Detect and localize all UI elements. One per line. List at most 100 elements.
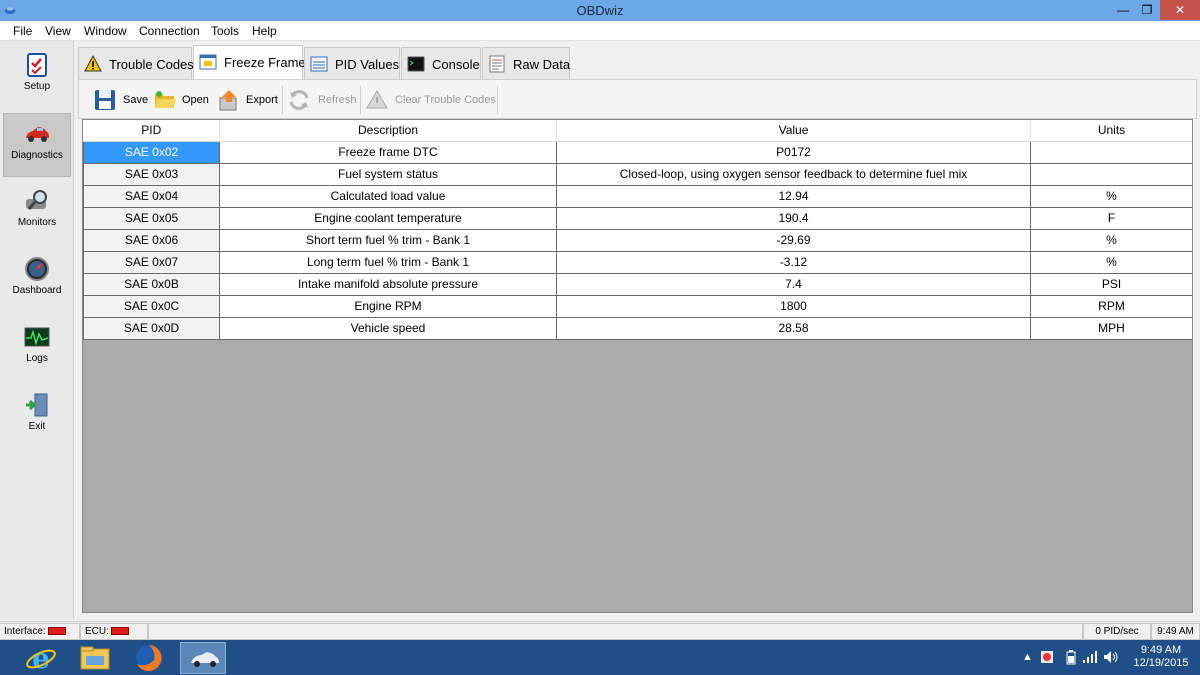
cell-pid[interactable]: SAE 0x07 <box>83 250 220 274</box>
tab-console[interactable]: Console <box>401 47 481 79</box>
nav-logs-label: Logs <box>26 353 48 364</box>
table-row[interactable]: SAE 0x0B Intake manifold absolute pressu… <box>83 272 1192 296</box>
cell-pid[interactable]: SAE 0x0B <box>83 272 220 296</box>
cell-description[interactable]: Engine coolant temperature <box>219 206 557 230</box>
cell-description[interactable]: Fuel system status <box>219 162 557 186</box>
taskbar-firefox[interactable] <box>126 642 172 674</box>
table-row[interactable]: SAE 0x07 Long term fuel % trim - Bank 1 … <box>83 250 1192 274</box>
freeze-frame-grid: PID Description Value Units SAE 0x02 Fre… <box>82 119 1193 613</box>
cell-units[interactable]: % <box>1030 228 1192 252</box>
checklist-icon <box>27 53 47 77</box>
open-label: Open <box>182 94 209 106</box>
open-button[interactable]: Open <box>153 86 213 114</box>
cell-units[interactable]: % <box>1030 250 1192 274</box>
clear-trouble-codes-label: Clear Trouble Codes <box>395 94 496 106</box>
column-header-value[interactable]: Value <box>556 120 1031 142</box>
cell-units[interactable]: % <box>1030 184 1192 208</box>
close-button[interactable]: ✕ <box>1160 0 1200 20</box>
cell-pid[interactable]: SAE 0x04 <box>83 184 220 208</box>
cell-pid[interactable]: SAE 0x0D <box>83 316 220 340</box>
tab-raw-data[interactable]: Raw Data <box>482 47 570 79</box>
table-row[interactable]: SAE 0x02 Freeze frame DTC P0172 <box>83 140 1192 164</box>
cell-value[interactable]: P0172 <box>556 140 1031 164</box>
cell-description[interactable]: Long term fuel % trim - Bank 1 <box>219 250 557 274</box>
tab-console-label: Console <box>432 57 480 72</box>
column-header-units[interactable]: Units <box>1030 120 1192 142</box>
cell-value[interactable]: -29.69 <box>556 228 1031 252</box>
title-bar: OBDwiz — ❐ ✕ <box>0 0 1200 21</box>
cell-value[interactable]: 28.58 <box>556 316 1031 340</box>
cell-units[interactable]: F <box>1030 206 1192 230</box>
cell-description[interactable]: Calculated load value <box>219 184 557 208</box>
maximize-button[interactable]: ❐ <box>1134 0 1160 20</box>
cell-description[interactable]: Short term fuel % trim - Bank 1 <box>219 228 557 252</box>
cell-description[interactable]: Freeze frame DTC <box>219 140 557 164</box>
column-header-pid[interactable]: PID <box>83 120 220 142</box>
menu-file[interactable]: File <box>13 24 32 38</box>
freeze-frame-icon <box>199 54 217 70</box>
table-row[interactable]: SAE 0x0C Engine RPM 1800 RPM <box>83 294 1192 318</box>
column-header-description[interactable]: Description <box>219 120 557 142</box>
taskbar-obdwiz[interactable] <box>180 642 226 674</box>
table-row[interactable]: SAE 0x03 Fuel system status Closed-loop,… <box>83 162 1192 186</box>
nav-dashboard[interactable]: Dashboard <box>3 249 71 313</box>
cell-pid[interactable]: SAE 0x0C <box>83 294 220 318</box>
menu-window[interactable]: Window <box>84 24 127 38</box>
volume-icon[interactable] <box>1103 650 1119 664</box>
cell-value[interactable]: -3.12 <box>556 250 1031 274</box>
system-clock[interactable]: 9:49 AM 12/19/2015 <box>1126 644 1196 670</box>
tab-trouble-codes[interactable]: Trouble Codes <box>78 47 194 79</box>
refresh-button[interactable]: Refresh <box>287 86 357 114</box>
tab-pid-values[interactable]: PID Values <box>304 47 400 79</box>
nav-monitors[interactable]: Monitors <box>3 181 71 245</box>
clear-trouble-codes-button[interactable]: Clear Trouble Codes <box>365 86 496 114</box>
battery-icon[interactable] <box>1066 650 1076 665</box>
cell-description[interactable]: Intake manifold absolute pressure <box>219 272 557 296</box>
cell-value[interactable]: Closed-loop, using oxygen sensor feedbac… <box>556 162 1031 186</box>
cell-units[interactable]: MPH <box>1030 316 1192 340</box>
raw-data-icon <box>489 55 505 73</box>
cell-units[interactable] <box>1030 140 1192 164</box>
save-button[interactable]: Save <box>93 86 151 114</box>
tray-show-hidden-icon[interactable]: ▲ <box>1022 651 1033 663</box>
minimize-button[interactable]: — <box>1110 0 1136 20</box>
magnifier-icon <box>26 190 47 210</box>
nav-diagnostics[interactable]: Diagnostics <box>3 113 71 177</box>
cell-description[interactable]: Engine RPM <box>219 294 557 318</box>
cell-units[interactable] <box>1030 162 1192 186</box>
taskbar-ie[interactable]: e <box>18 642 64 675</box>
cell-pid[interactable]: SAE 0x05 <box>83 206 220 230</box>
table-row[interactable]: SAE 0x06 Short term fuel % trim - Bank 1… <box>83 228 1192 252</box>
nav-logs[interactable]: Logs <box>3 317 71 381</box>
nav-exit[interactable]: Exit <box>3 385 71 449</box>
firefox-icon <box>136 645 162 671</box>
cell-value[interactable]: 1800 <box>556 294 1031 318</box>
table-row[interactable]: SAE 0x04 Calculated load value 12.94 % <box>83 184 1192 208</box>
cell-units[interactable]: PSI <box>1030 272 1192 296</box>
tab-freeze-frame[interactable]: Freeze Frame <box>193 45 306 79</box>
taskbar-file-explorer[interactable] <box>72 642 118 674</box>
menu-tools[interactable]: Tools <box>211 24 239 38</box>
svg-text:e: e <box>32 642 50 674</box>
cell-description[interactable]: Vehicle speed <box>219 316 557 340</box>
export-button[interactable]: Export <box>217 86 279 114</box>
cell-pid[interactable]: SAE 0x03 <box>83 162 220 186</box>
cell-pid[interactable]: SAE 0x06 <box>83 228 220 252</box>
cell-value[interactable]: 7.4 <box>556 272 1031 296</box>
table-row[interactable]: SAE 0x0D Vehicle speed 28.58 MPH <box>83 316 1192 340</box>
cell-pid[interactable]: SAE 0x02 <box>83 140 220 164</box>
tab-freeze-frame-label: Freeze Frame <box>224 55 306 70</box>
menu-connection[interactable]: Connection <box>139 24 200 38</box>
cell-units[interactable]: RPM <box>1030 294 1192 318</box>
network-signal-icon[interactable] <box>1083 651 1097 663</box>
cell-value[interactable]: 12.94 <box>556 184 1031 208</box>
menu-help[interactable]: Help <box>252 24 277 38</box>
table-row[interactable]: SAE 0x05 Engine coolant temperature 190.… <box>83 206 1192 230</box>
nav-setup[interactable]: Setup <box>3 45 71 109</box>
tray-app-icon[interactable] <box>1040 650 1054 664</box>
menu-bar: File View Window Connection Tools Help <box>0 21 1200 41</box>
interface-indicator-icon <box>47 627 66 636</box>
cell-value[interactable]: 190.4 <box>556 206 1031 230</box>
tab-trouble-codes-label: Trouble Codes <box>109 57 194 72</box>
menu-view[interactable]: View <box>45 24 71 38</box>
